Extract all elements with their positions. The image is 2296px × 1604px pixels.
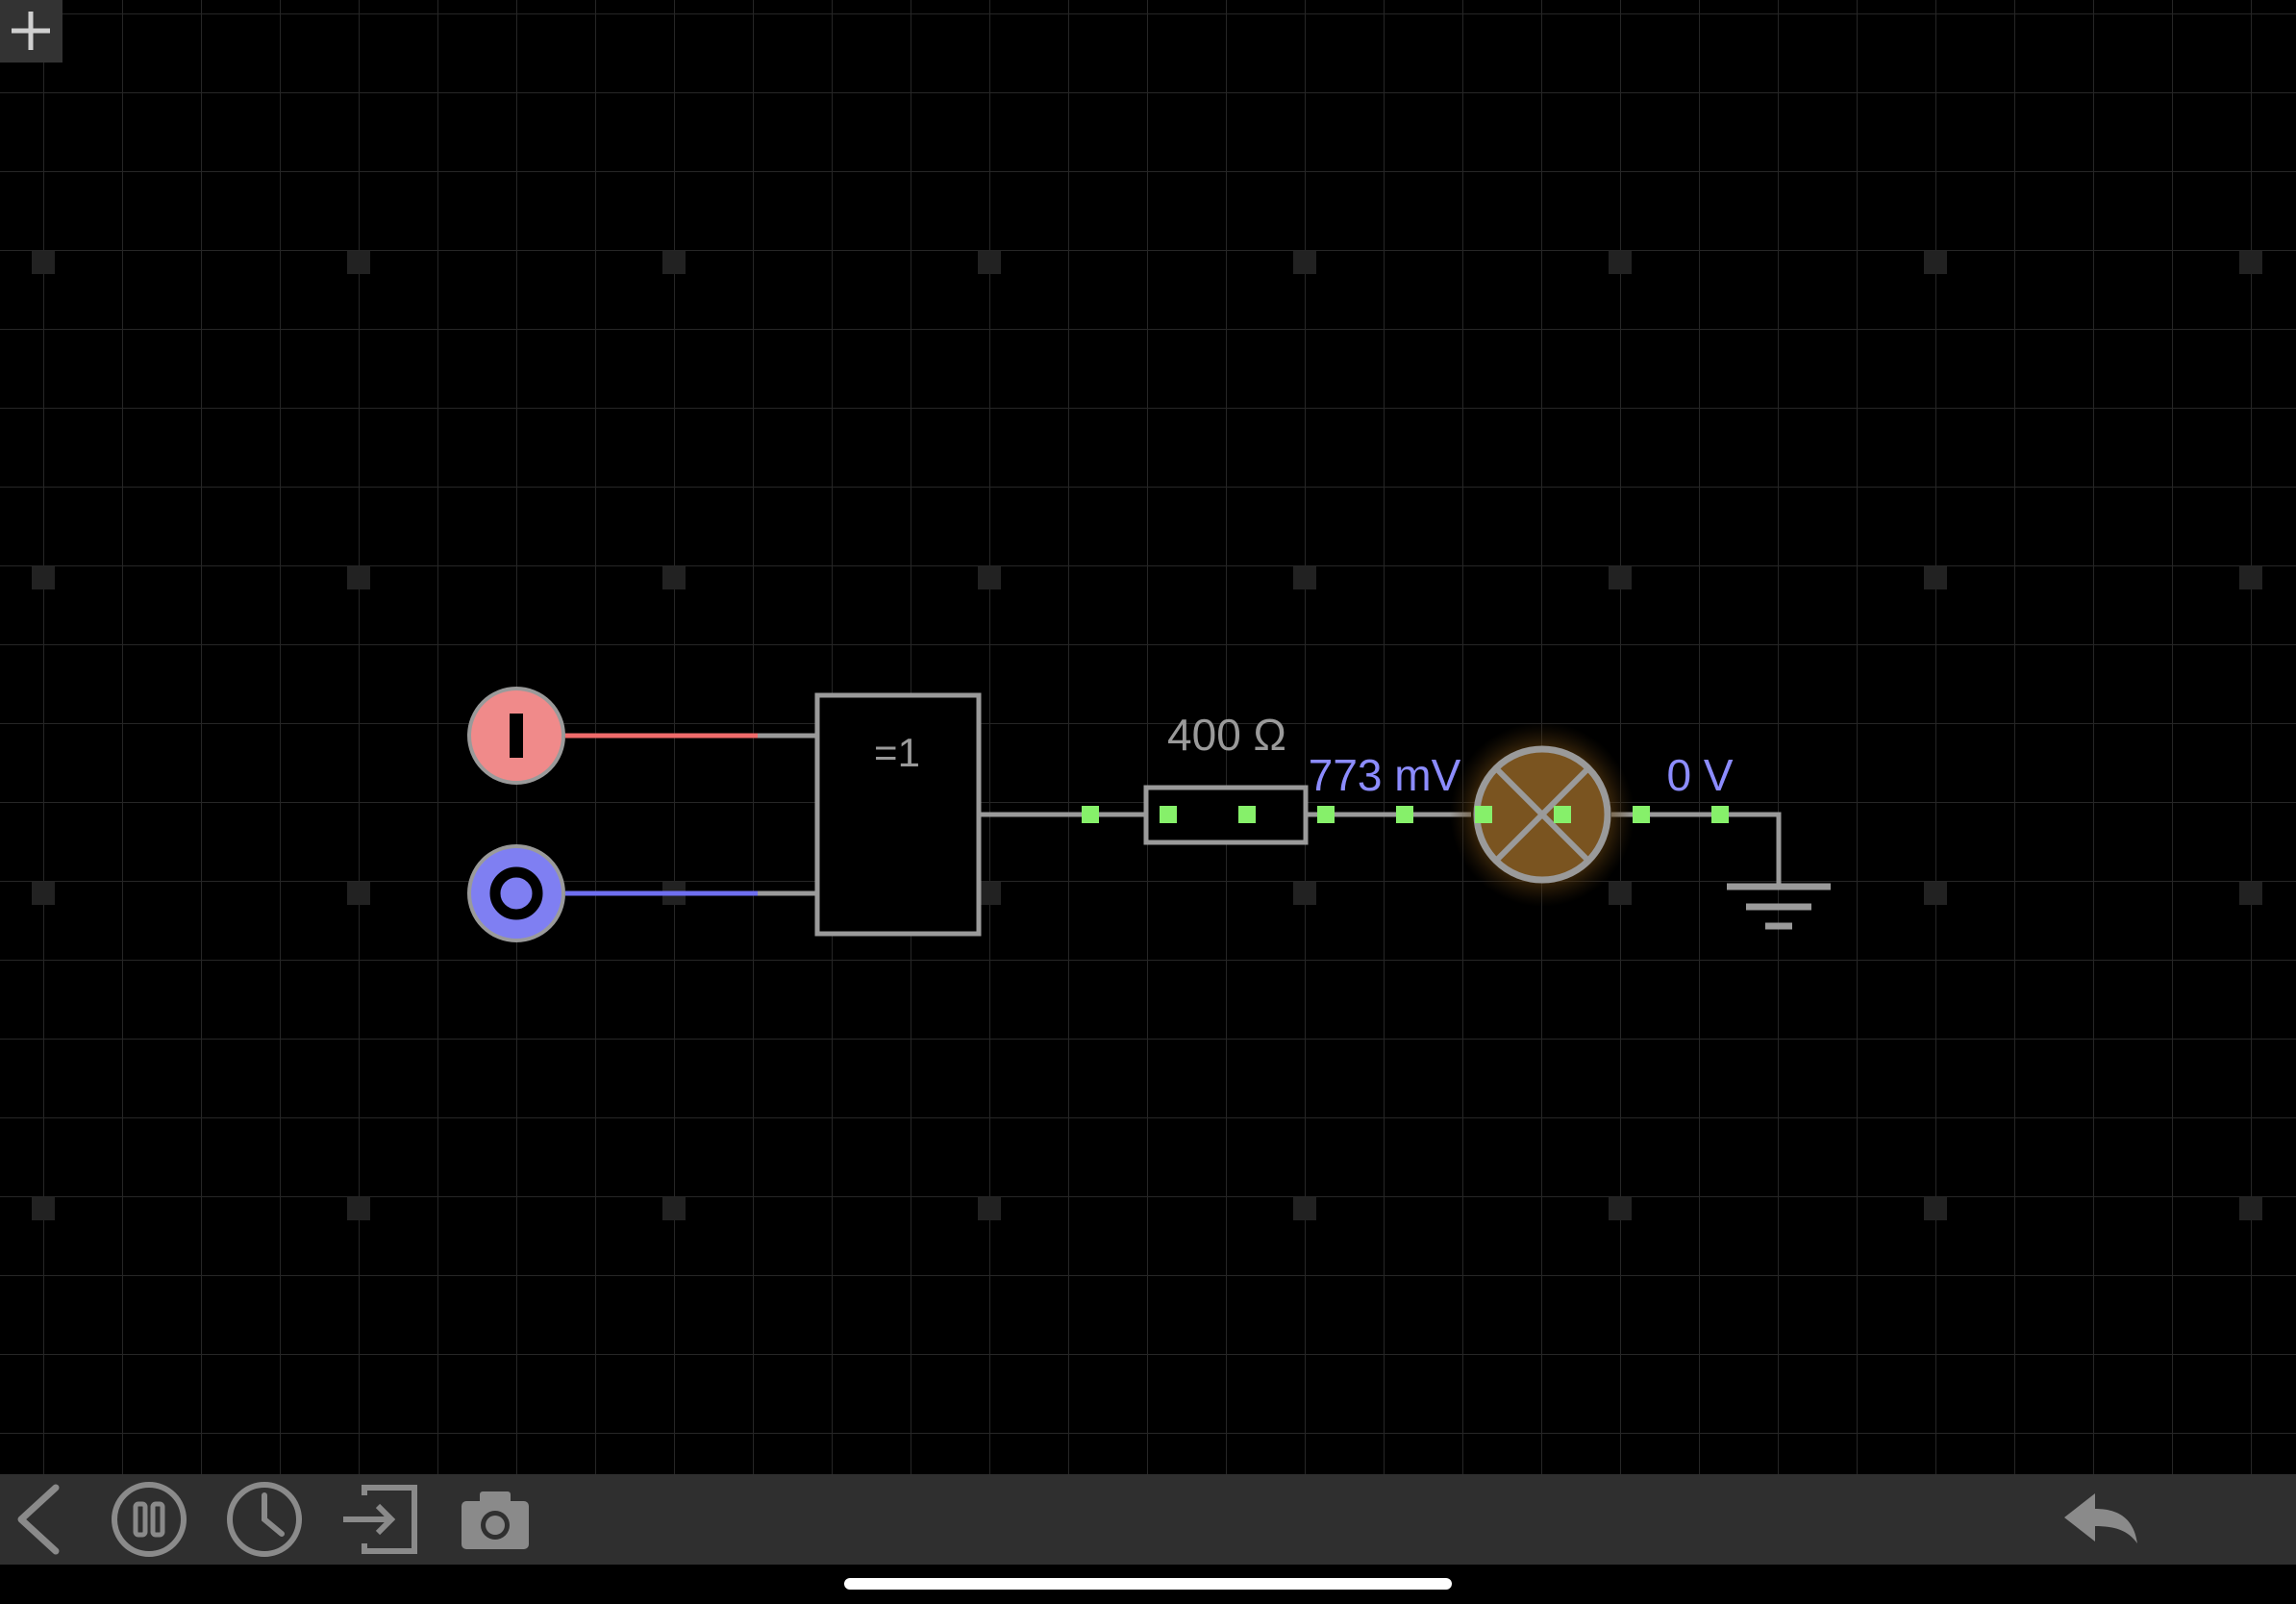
node bbox=[1633, 806, 1650, 823]
grid-major-point bbox=[1924, 882, 1947, 905]
export-icon bbox=[343, 1485, 417, 1554]
grid-major-point bbox=[978, 566, 1001, 589]
grid-major-point bbox=[347, 882, 370, 905]
voltage-probe-2: 0 V bbox=[1666, 750, 1733, 800]
grid-major-point bbox=[32, 566, 55, 589]
back-button[interactable] bbox=[0, 1474, 96, 1565]
home-indicator bbox=[844, 1578, 1452, 1590]
grid-major-point bbox=[347, 566, 370, 589]
grid-major-point bbox=[1293, 882, 1316, 905]
grid-major-point bbox=[1293, 251, 1316, 274]
screenshot-button[interactable] bbox=[447, 1474, 543, 1565]
grid-major-point bbox=[32, 882, 55, 905]
xor-gate[interactable]: =1 bbox=[814, 692, 982, 937]
grid-major-point bbox=[1293, 566, 1316, 589]
undo-icon bbox=[2064, 1493, 2137, 1543]
node bbox=[1554, 806, 1571, 823]
grid-major-point bbox=[1609, 566, 1632, 589]
grid-major-point bbox=[1924, 566, 1947, 589]
grid-major-point bbox=[662, 251, 686, 274]
bottom-toolbar bbox=[0, 1474, 2296, 1565]
on-symbol-icon bbox=[510, 714, 523, 758]
grid-major-point bbox=[347, 1197, 370, 1220]
node bbox=[1396, 806, 1413, 823]
node bbox=[1160, 806, 1177, 823]
pause-icon bbox=[112, 1482, 187, 1557]
node bbox=[1082, 806, 1099, 823]
export-button[interactable] bbox=[332, 1474, 428, 1565]
grid-major-point bbox=[1609, 882, 1632, 905]
grid-major-point bbox=[2239, 1197, 2262, 1220]
node bbox=[1475, 806, 1492, 823]
camera-icon bbox=[462, 1491, 529, 1549]
grid-major-point bbox=[2239, 566, 2262, 589]
undo-button[interactable] bbox=[2053, 1474, 2149, 1565]
input-switch-a[interactable] bbox=[467, 687, 565, 785]
clock-icon bbox=[227, 1482, 302, 1557]
grid-major-point bbox=[32, 1197, 55, 1220]
grid-major-point bbox=[1609, 251, 1632, 274]
grid-major-point bbox=[662, 1197, 686, 1220]
chevron-left-icon bbox=[17, 1484, 60, 1555]
node bbox=[1238, 806, 1256, 823]
speed-button[interactable] bbox=[216, 1474, 312, 1565]
grid-major-point bbox=[662, 566, 686, 589]
grid-background bbox=[0, 0, 2296, 1474]
gate-label: =1 bbox=[874, 730, 920, 775]
pause-button[interactable] bbox=[101, 1474, 197, 1565]
grid-major-point bbox=[2239, 251, 2262, 274]
node bbox=[1711, 806, 1729, 823]
add-component-button[interactable] bbox=[0, 0, 62, 63]
resistor-value: 400 Ω bbox=[1167, 710, 1286, 760]
grid-major-point bbox=[2239, 882, 2262, 905]
grid-major-point bbox=[1293, 1197, 1316, 1220]
grid-major-point bbox=[1924, 1197, 1947, 1220]
plus-icon bbox=[12, 12, 50, 50]
voltage-probe-1: 773 mV bbox=[1309, 750, 1461, 800]
node bbox=[1317, 806, 1335, 823]
grid-major-point bbox=[1609, 1197, 1632, 1220]
grid-major-point bbox=[978, 1197, 1001, 1220]
circuit-canvas[interactable]: =1 400 Ω 773 mV 0 V bbox=[0, 0, 2296, 1604]
grid-major-point bbox=[978, 251, 1001, 274]
grid-major-point bbox=[1924, 251, 1947, 274]
grid-major-point bbox=[347, 251, 370, 274]
grid-major-point bbox=[32, 251, 55, 274]
grid-major-point bbox=[978, 882, 1001, 905]
input-switch-b[interactable] bbox=[467, 844, 565, 942]
